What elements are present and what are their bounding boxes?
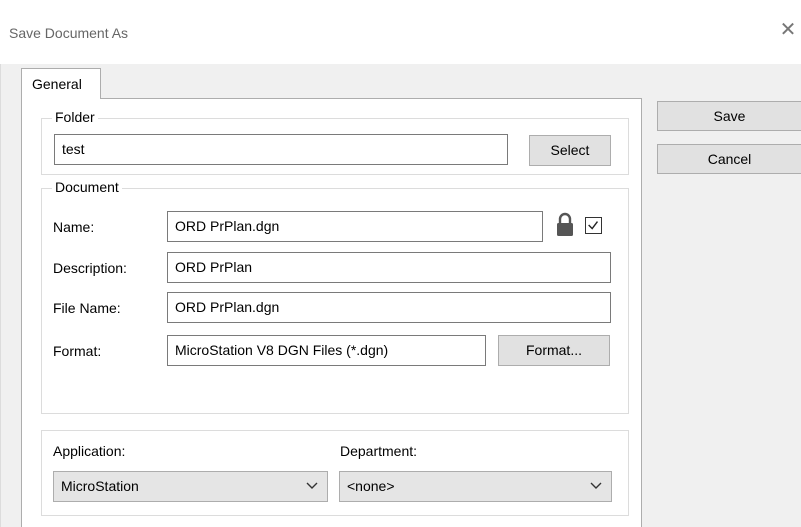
folder-legend: Folder — [52, 109, 98, 125]
application-select[interactable]: MicroStation — [53, 471, 328, 502]
department-value: <none> — [347, 478, 395, 494]
document-legend: Document — [52, 179, 122, 195]
chevron-down-icon — [306, 482, 318, 489]
department-select[interactable]: <none> — [339, 471, 612, 502]
name-lock-checkbox[interactable] — [585, 217, 602, 234]
chevron-down-icon — [590, 482, 602, 489]
file-name-input[interactable]: ORD PrPlan.dgn — [167, 292, 611, 323]
lock-icon[interactable] — [555, 212, 575, 238]
name-input[interactable]: ORD PrPlan.dgn — [167, 211, 543, 242]
checkmark-icon — [588, 221, 599, 230]
application-label: Application: — [53, 443, 126, 459]
department-label: Department: — [340, 443, 418, 459]
format-label: Format: — [53, 343, 102, 359]
save-button[interactable]: Save — [657, 101, 801, 131]
save-document-dialog: Save Document As ✕ General Folder test S… — [0, 0, 801, 527]
window-title: Save Document As — [9, 25, 129, 41]
general-panel: Folder test Select Document Name: ORD Pr… — [21, 98, 642, 527]
title-bar: Save Document As ✕ — [0, 0, 801, 64]
format-input[interactable]: MicroStation V8 DGN Files (*.dgn) — [167, 335, 486, 366]
tab-general-label: General — [32, 76, 82, 92]
name-label: Name: — [53, 219, 95, 235]
description-input[interactable]: ORD PrPlan — [167, 252, 611, 283]
file-name-label: File Name: — [53, 300, 121, 316]
tab-general[interactable]: General — [21, 68, 101, 99]
description-label: Description: — [53, 260, 127, 276]
window-border — [0, 0, 1, 527]
application-value: MicroStation — [61, 478, 139, 494]
cancel-button[interactable]: Cancel — [657, 144, 801, 174]
close-icon[interactable]: ✕ — [777, 19, 799, 41]
select-folder-button[interactable]: Select — [529, 135, 611, 166]
format-button[interactable]: Format... — [498, 335, 610, 366]
folder-input[interactable]: test — [54, 134, 508, 165]
